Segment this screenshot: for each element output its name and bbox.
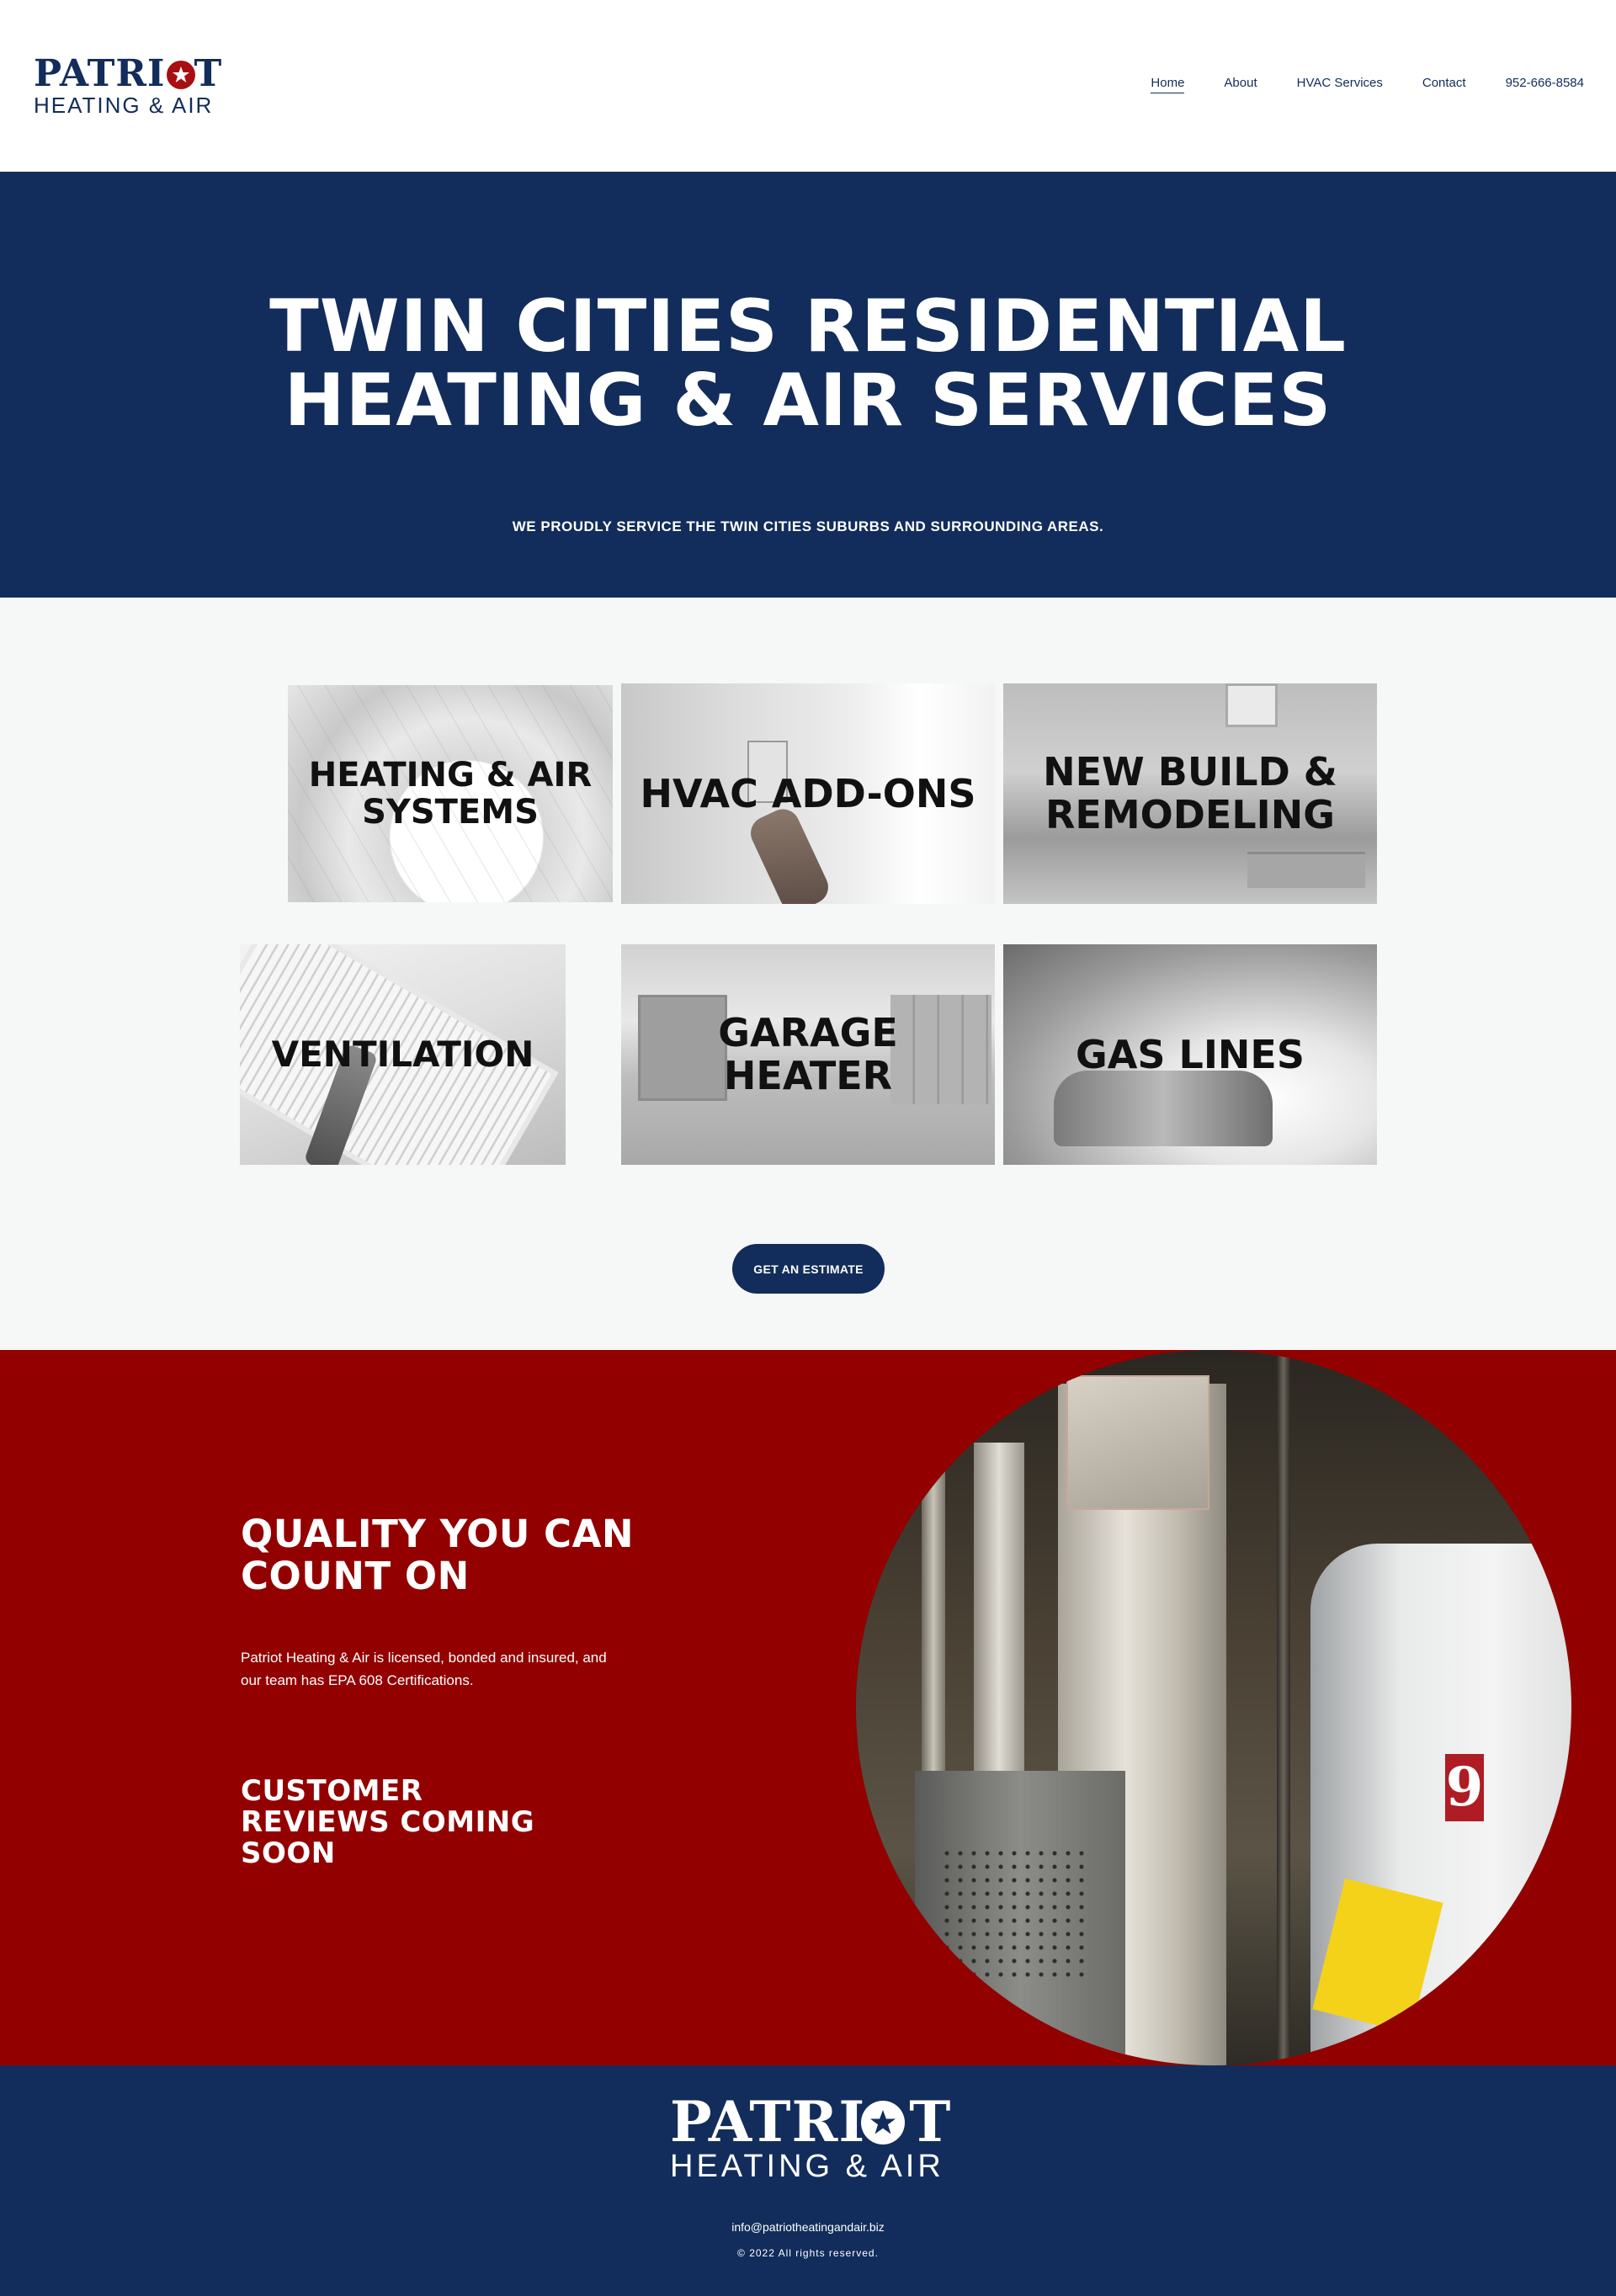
hero-title-line2: HEATING & AIR SERVICES	[284, 359, 1332, 443]
nav-home[interactable]: Home	[1151, 74, 1185, 93]
service-tile-heating-air[interactable]: HEATING & AIR SYSTEMS	[288, 685, 613, 902]
nav-contact[interactable]: Contact	[1422, 74, 1466, 93]
hero-subtitle: WE PROUDLY SERVICE THE TWIN CITIES SUBUR…	[512, 518, 1104, 534]
service-tile-gas-lines[interactable]: GAS LINES	[1003, 944, 1377, 1165]
service-tile-label: HVAC ADD-ONS	[640, 770, 976, 816]
service-tile-new-build[interactable]: NEW BUILD & REMODELING	[1003, 683, 1377, 904]
service-tile-label: NEW BUILD & REMODELING	[1043, 749, 1337, 837]
nav-phone[interactable]: 952-666-8584	[1506, 74, 1584, 93]
water-heater-badge: 9	[1445, 1754, 1484, 1821]
service-tile-hvac-addons[interactable]: HVAC ADD-ONS	[621, 683, 995, 904]
service-tile-ventilation[interactable]: VENTILATION	[240, 944, 566, 1165]
quality-description: Patriot Heating & Air is licensed, bonde…	[241, 1650, 607, 1688]
brand-logo[interactable]: PATRI T HEATING & AIR	[34, 54, 227, 121]
service-tile-label: HEATING & AIR SYSTEMS	[308, 756, 593, 832]
furnace-unit	[915, 1771, 1125, 2065]
main-nav: Home About HVAC Services Contact 952-666…	[1111, 74, 1584, 93]
logo-subtitle: HEATING & AIR	[34, 93, 214, 118]
get-estimate-button[interactable]: GET AN ESTIMATE	[732, 1244, 885, 1294]
footer-logo-wordmark: PATRI T	[670, 2089, 952, 2155]
site-footer: PATRI T HEATING & AIR info@patriotheating…	[0, 2065, 1616, 2296]
furnace-photo: 9	[856, 1350, 1571, 2065]
service-tile-garage-heater[interactable]: GARAGE HEATER	[621, 944, 995, 1165]
quality-section: QUALITY YOU CAN COUNT ON Patriot Heating …	[0, 1350, 1616, 2065]
hero-banner: TWIN CITIES RESIDENTIAL HEATING & AIR SE…	[0, 172, 1616, 598]
service-tile-label: GARAGE HEATER	[718, 1010, 898, 1098]
footer-copyright: © 2022 All rights reserved.	[737, 2247, 879, 2259]
reviews-coming-soon: CUSTOMER REVIEWS COMING SOON	[241, 1774, 535, 1870]
services-section: HEATING & AIR SYSTEMS HVAC ADD-ONS NEW BU…	[0, 598, 1616, 1350]
nav-hvac-services[interactable]: HVAC Services	[1297, 74, 1383, 93]
logo-star-icon	[167, 61, 195, 89]
footer-logo-subtitle: HEATING & AIR	[670, 2149, 944, 2184]
site-header: PATRI T HEATING & AIR Home About HVAC Ser…	[0, 0, 1616, 172]
footer-logo[interactable]: PATRI T HEATING & AIR	[670, 2089, 956, 2183]
nav-about[interactable]: About	[1224, 74, 1257, 93]
hero-title-line1: TWIN CITIES RESIDENTIAL	[269, 284, 1347, 369]
service-tile-label: VENTILATION	[271, 1033, 534, 1075]
footer-logo-star-icon	[861, 2101, 905, 2145]
service-tile-label: GAS LINES	[1076, 1031, 1305, 1077]
hero-title: TWIN CITIES RESIDENTIAL HEATING & AIR SE…	[0, 290, 1616, 438]
footer-email-link[interactable]: info@patriotheatingandair.biz	[0, 2220, 1616, 2234]
quality-title: QUALITY YOU CAN COUNT ON	[241, 1512, 635, 1598]
